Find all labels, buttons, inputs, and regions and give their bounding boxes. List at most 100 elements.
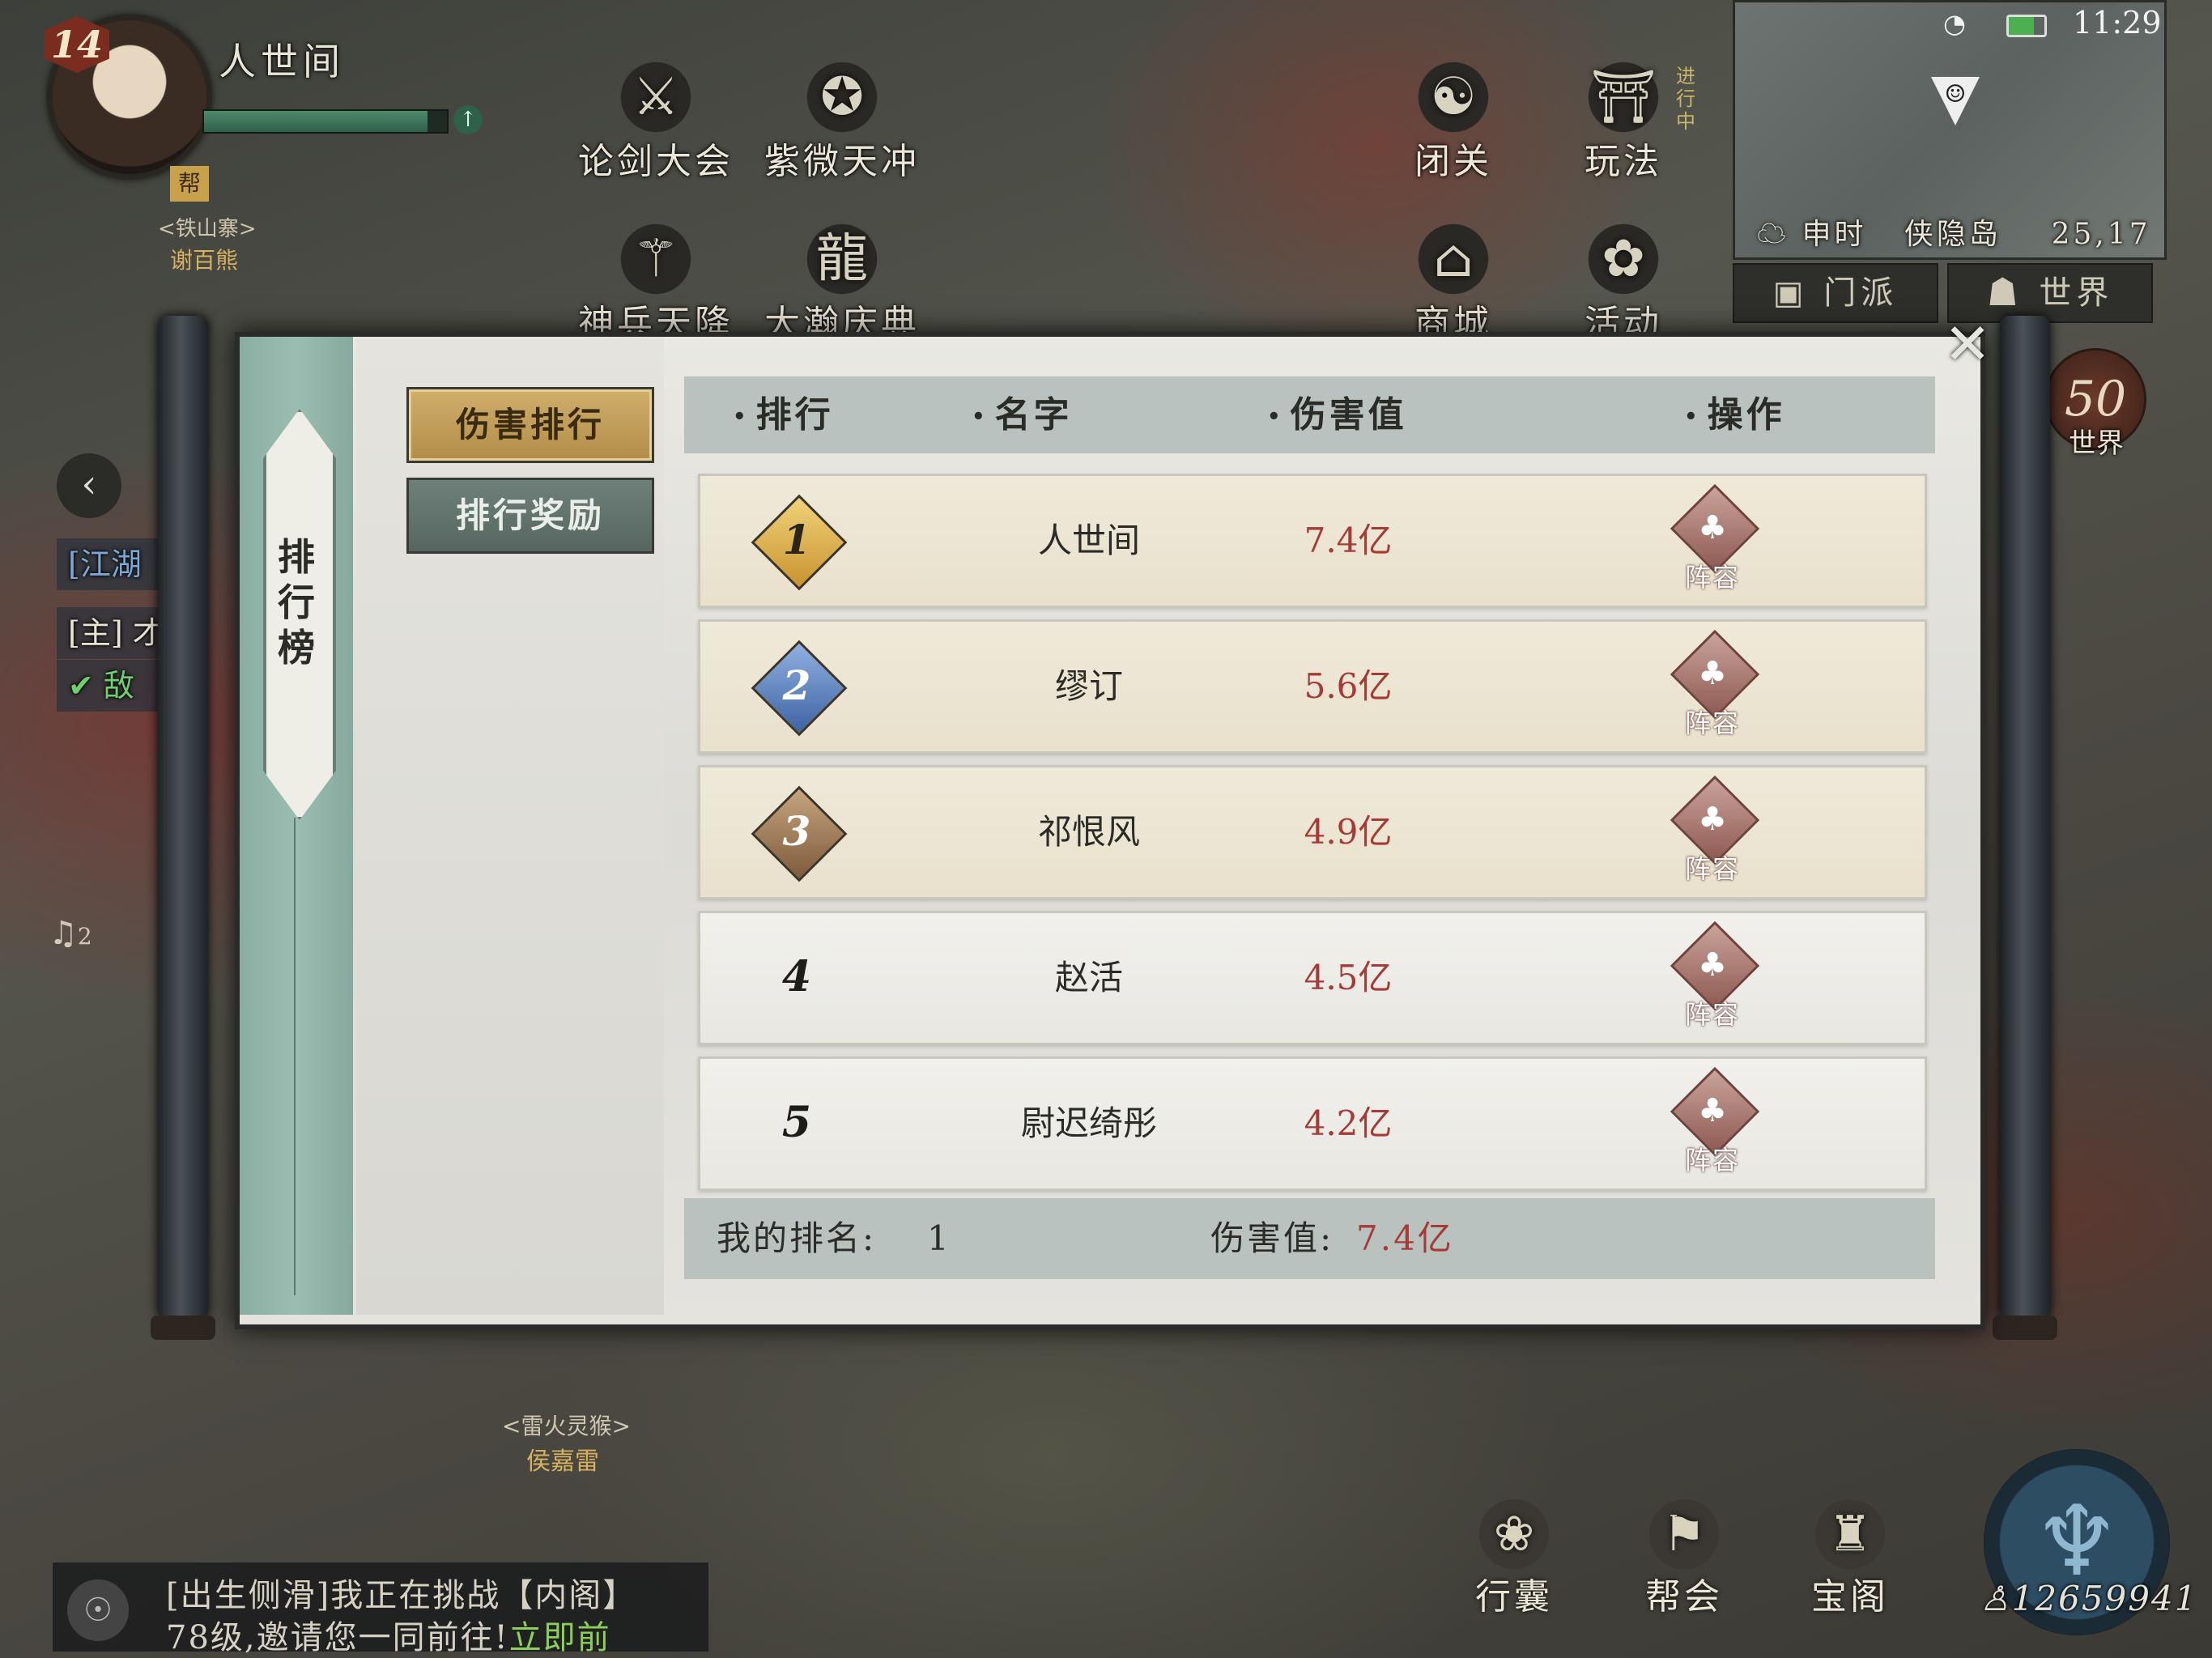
currency-display: ♙12659941 (1980, 1579, 2198, 1618)
header-action: 操作 (1684, 376, 1785, 456)
world-level-label: 世界 (2069, 427, 2124, 460)
npc-title: <雷火灵猴> (502, 1413, 631, 1439)
strip-divider (294, 818, 296, 1295)
row-name: 尉迟绮彤 (1020, 1103, 1157, 1143)
player-guild-name: <铁山寨> (158, 217, 257, 241)
menu-lunjian[interactable]: ⚔ 论剑大会 (567, 53, 745, 184)
my-rank-bar: 我的排名: 1 伤害值: 7.4亿 (684, 1198, 1935, 1279)
leaderboard-row: 3 祁恨风 4.9亿 ♣ 阵容 (698, 765, 1927, 899)
row-damage: 4.9亿 (1304, 812, 1393, 852)
row-name: 缪订 (1054, 666, 1123, 706)
tab-rank-reward[interactable]: 排行奖励 (406, 478, 654, 554)
currency-icon: ♙ (1980, 1579, 2012, 1618)
lineup-icon: ♣ (1698, 655, 1727, 692)
chat-tag-jianghu[interactable]: [江湖 (57, 538, 173, 590)
chat-tag-enemy[interactable]: ✔ 敌 (57, 660, 173, 712)
minimap-info: ☁ 申时 侠隐岛 25,17 (1757, 210, 2151, 253)
level-up-arrow-icon[interactable]: ↑ (453, 105, 483, 134)
bell-count: 2 (77, 923, 92, 950)
player-guild-member: 谢百熊 (170, 247, 239, 274)
menu-activity[interactable]: ✿ 活动 (1534, 215, 1712, 346)
chat-join-link[interactable]: 立即前 (509, 1619, 611, 1656)
lineup-button[interactable]: ♣ 阵容 (1656, 629, 1769, 742)
scroll-roller-left (158, 316, 208, 1320)
panel-title: 排行榜 (278, 535, 315, 670)
treasure-button[interactable]: ♜ 宝阁 (1789, 1490, 1911, 1619)
location-name: 侠隐岛 (1904, 218, 2001, 251)
chat-message-line2: 78级,邀请您一同前往!立即前 (166, 1619, 611, 1656)
row-name: 祁恨风 (1037, 812, 1140, 852)
row-name: 赵活 (1054, 958, 1123, 997)
lineup-button[interactable]: ♣ 阵容 (1656, 483, 1769, 596)
lineup-icon: ♣ (1698, 946, 1727, 984)
player-hp-bar (202, 109, 449, 134)
chat-sender-avatar-icon: ☉ (65, 1577, 131, 1643)
row-rank: 5 (781, 1098, 812, 1147)
menu-shop[interactable]: ⌂ 商城 (1364, 215, 1542, 346)
collapse-arrow-button[interactable]: ‹ (57, 453, 121, 518)
guild-icon: 帮 (170, 166, 209, 202)
lineup-button[interactable]: ♣ 阵容 (1656, 775, 1769, 887)
bag-button[interactable]: ❀ 行囊 (1453, 1490, 1575, 1619)
close-icon[interactable]: ✕ (1939, 316, 1996, 372)
row-damage: 5.6亿 (1304, 666, 1393, 706)
player-name: 人世间 (219, 40, 345, 83)
meditation-icon: ☯ (1409, 53, 1498, 142)
leaderboard-row: 1 人世间 7.4亿 ♣ 阵容 (698, 474, 1927, 608)
row-rank: 4 (781, 952, 812, 1001)
my-rank-value: 1 (927, 1218, 951, 1258)
row-damage: 7.4亿 (1304, 521, 1393, 560)
channel-tabs: ▣ 门派 ☗ 世界 (1733, 263, 2154, 324)
leaderboard-row: 2 缪订 5.6亿 ♣ 阵容 (698, 619, 1927, 754)
notification-bell-icon[interactable]: ♫2 (49, 915, 92, 952)
row-name: 人世间 (1037, 521, 1140, 560)
my-damage-label: 伤害值: (1210, 1218, 1334, 1258)
menu-ziwei[interactable]: ✪ 紫微天冲 (753, 53, 931, 184)
leaderboard-header: 排行 名字 伤害值 操作 (684, 376, 1935, 453)
guild-button[interactable]: ⚑ 帮会 (1623, 1490, 1745, 1619)
shop-icon: ⌂ (1409, 215, 1498, 304)
row-rank: 3 (782, 807, 811, 855)
dragon-icon: 龍 (798, 215, 887, 304)
lineup-icon: ♣ (1698, 509, 1727, 546)
menu-dahan[interactable]: 龍 大瀚庆典 (753, 215, 931, 346)
row-rank: 2 (782, 661, 811, 709)
scroll-icon: ✪ (798, 53, 887, 142)
my-damage-value: 7.4亿 (1356, 1218, 1454, 1258)
weather-icon: ☁ (1757, 218, 1790, 251)
lineup-icon: ♣ (1698, 1092, 1727, 1129)
gate-icon: ⛩ (1579, 53, 1668, 142)
time-period: 申时 (1802, 218, 1867, 251)
location-coords: 25,17 (2051, 218, 2151, 251)
row-damage: 4.5亿 (1304, 958, 1393, 997)
menu-shenbing[interactable]: ⚚ 神兵天降 (567, 215, 745, 346)
activity-icon: ✿ (1579, 215, 1668, 304)
lineup-icon: ♣ (1698, 801, 1727, 838)
row-rank: 1 (782, 516, 811, 563)
header-damage: 伤害值 (1267, 376, 1407, 456)
crossed-swords-icon: ⚔ (611, 53, 700, 142)
scroll-cap-left (151, 1316, 215, 1340)
wifi-icon: ◔ (1943, 8, 1966, 39)
menu-biguan[interactable]: ☯ 闭关 (1364, 53, 1542, 184)
treasure-icon: ♜ (1806, 1490, 1895, 1579)
lineup-button[interactable]: ♣ 阵容 (1656, 1066, 1769, 1179)
sword-icon: ⚚ (611, 215, 700, 304)
world-icon: ☗ (1986, 274, 2024, 312)
scroll-cap-right (1993, 1316, 2057, 1340)
status-clock: 11:29 (2073, 5, 2162, 40)
chat-message-line1: [出生侧滑]我正在挑战【内阁】 (166, 1577, 637, 1614)
sect-icon: ▣ (1772, 274, 1809, 312)
battery-icon (2006, 15, 2047, 37)
header-name: 名字 (972, 376, 1073, 456)
header-rank: 排行 (733, 376, 834, 456)
scroll-roller-right (2000, 316, 2050, 1320)
tab-damage-rank[interactable]: 伤害排行 (406, 387, 654, 463)
npc-name: 侯嘉雷 (526, 1448, 599, 1476)
lineup-button[interactable]: ♣ 阵容 (1656, 920, 1769, 1033)
leaderboard-row: 4 赵活 4.5亿 ♣ 阵容 (698, 911, 1927, 1045)
chat-tag-main[interactable]: [主] 才 (57, 607, 173, 659)
bag-icon: ❀ (1470, 1490, 1559, 1579)
tab-sect[interactable]: ▣ 门派 (1733, 263, 1938, 323)
flag-icon: ⚑ (1640, 1490, 1729, 1579)
